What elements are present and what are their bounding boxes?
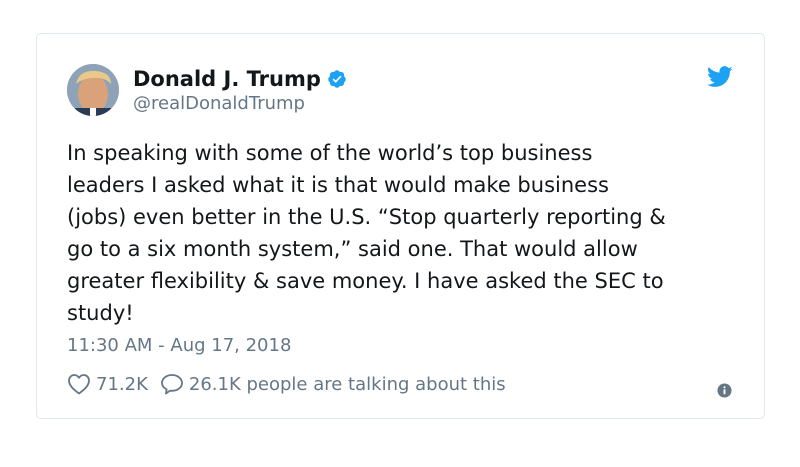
tweet-card: Donald J. Trump @realDonaldTrump In spea… [36,33,765,419]
twitter-bird-icon[interactable] [707,66,733,88]
info-icon[interactable] [717,383,732,398]
comment-button[interactable]: 26.1K people are talking about this [160,373,506,395]
author-name[interactable]: Donald J. Trump [133,67,347,91]
tweet-actions: 71.2K 26.1K people are talking about thi… [67,373,506,395]
comment-count: 26.1K people are talking about this [188,373,506,395]
speech-bubble-icon [160,373,184,395]
verified-badge-icon [327,69,347,89]
like-button[interactable]: 71.2K [67,373,148,395]
heart-icon [67,373,91,395]
author-name-text: Donald J. Trump [133,67,321,91]
tweet-text: In speaking with some of the world’s top… [67,141,666,325]
tweet-timestamp[interactable]: 11:30 AM - Aug 17, 2018 [67,335,291,356]
author-handle[interactable]: @realDonaldTrump [133,93,305,114]
like-count: 71.2K [96,373,148,395]
avatar[interactable] [67,64,119,116]
